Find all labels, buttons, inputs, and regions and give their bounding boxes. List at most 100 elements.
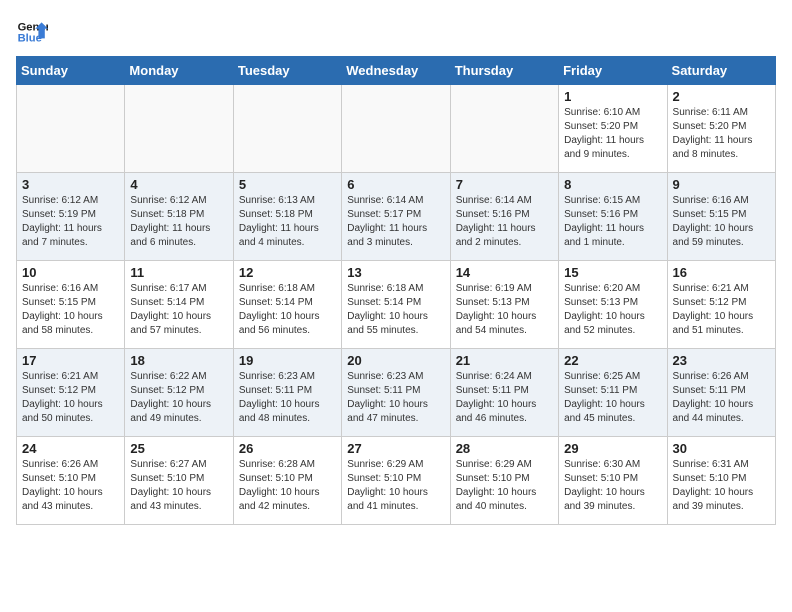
- calendar-cell: [450, 85, 558, 173]
- day-number: 15: [564, 265, 661, 280]
- day-info: Sunrise: 6:16 AM Sunset: 5:15 PM Dayligh…: [673, 194, 770, 250]
- day-info: Sunrise: 6:16 AM Sunset: 5:15 PM Dayligh…: [22, 282, 119, 338]
- day-info: Sunrise: 6:21 AM Sunset: 5:12 PM Dayligh…: [673, 282, 770, 338]
- calendar-cell: 16 Sunrise: 6:21 AM Sunset: 5:12 PM Dayli…: [667, 261, 775, 349]
- day-number: 8: [564, 177, 661, 192]
- calendar-cell: 14 Sunrise: 6:19 AM Sunset: 5:13 PM Dayli…: [450, 261, 558, 349]
- calendar-cell: 30 Sunrise: 6:31 AM Sunset: 5:10 PM Dayli…: [667, 437, 775, 525]
- day-info: Sunrise: 6:12 AM Sunset: 5:18 PM Dayligh…: [130, 194, 227, 250]
- day-number: 22: [564, 353, 661, 368]
- calendar-cell: 8 Sunrise: 6:15 AM Sunset: 5:16 PM Daylig…: [559, 173, 667, 261]
- day-number: 10: [22, 265, 119, 280]
- day-info: Sunrise: 6:30 AM Sunset: 5:10 PM Dayligh…: [564, 458, 661, 514]
- day-info: Sunrise: 6:17 AM Sunset: 5:14 PM Dayligh…: [130, 282, 227, 338]
- calendar-cell: 3 Sunrise: 6:12 AM Sunset: 5:19 PM Daylig…: [17, 173, 125, 261]
- day-info: Sunrise: 6:31 AM Sunset: 5:10 PM Dayligh…: [673, 458, 770, 514]
- logo: General Blue: [16, 16, 48, 48]
- day-number: 27: [347, 441, 444, 456]
- calendar-week-5: 24Sunrise: 6:26 AM Sunset: 5:10 PM Dayli…: [17, 437, 776, 525]
- calendar-cell: 28 Sunrise: 6:29 AM Sunset: 5:10 PM Dayli…: [450, 437, 558, 525]
- day-info: Sunrise: 6:27 AM Sunset: 5:10 PM Dayligh…: [130, 458, 227, 514]
- calendar-cell: 27 Sunrise: 6:29 AM Sunset: 5:10 PM Dayli…: [342, 437, 450, 525]
- day-info: Sunrise: 6:14 AM Sunset: 5:16 PM Dayligh…: [456, 194, 553, 250]
- calendar-cell: 4 Sunrise: 6:12 AM Sunset: 5:18 PM Daylig…: [125, 173, 233, 261]
- day-info: Sunrise: 6:26 AM Sunset: 5:10 PM Dayligh…: [22, 458, 119, 514]
- day-header-monday: Monday: [125, 57, 233, 85]
- day-info: Sunrise: 6:11 AM Sunset: 5:20 PM Dayligh…: [673, 106, 770, 162]
- day-number: 16: [673, 265, 770, 280]
- calendar-cell: 13 Sunrise: 6:18 AM Sunset: 5:14 PM Dayli…: [342, 261, 450, 349]
- day-header-friday: Friday: [559, 57, 667, 85]
- day-number: 9: [673, 177, 770, 192]
- calendar-cell: 20 Sunrise: 6:23 AM Sunset: 5:11 PM Dayli…: [342, 349, 450, 437]
- day-number: 1: [564, 89, 661, 104]
- svg-text:Blue: Blue: [18, 33, 42, 45]
- calendar-cell: 22 Sunrise: 6:25 AM Sunset: 5:11 PM Dayli…: [559, 349, 667, 437]
- page-header: General Blue: [16, 16, 776, 48]
- day-info: Sunrise: 6:12 AM Sunset: 5:19 PM Dayligh…: [22, 194, 119, 250]
- day-info: Sunrise: 6:10 AM Sunset: 5:20 PM Dayligh…: [564, 106, 661, 162]
- calendar-header-row: SundayMondayTuesdayWednesdayThursdayFrid…: [17, 57, 776, 85]
- day-number: 6: [347, 177, 444, 192]
- day-info: Sunrise: 6:14 AM Sunset: 5:17 PM Dayligh…: [347, 194, 444, 250]
- calendar-cell: 17 Sunrise: 6:21 AM Sunset: 5:12 PM Dayli…: [17, 349, 125, 437]
- day-info: Sunrise: 6:29 AM Sunset: 5:10 PM Dayligh…: [347, 458, 444, 514]
- day-info: Sunrise: 6:22 AM Sunset: 5:12 PM Dayligh…: [130, 370, 227, 426]
- calendar-cell: 29 Sunrise: 6:30 AM Sunset: 5:10 PM Dayli…: [559, 437, 667, 525]
- calendar-week-2: 3 Sunrise: 6:12 AM Sunset: 5:19 PM Daylig…: [17, 173, 776, 261]
- day-info: Sunrise: 6:21 AM Sunset: 5:12 PM Dayligh…: [22, 370, 119, 426]
- day-header-wednesday: Wednesday: [342, 57, 450, 85]
- calendar-cell: [342, 85, 450, 173]
- calendar-cell: [125, 85, 233, 173]
- calendar-cell: 5Sunrise: 6:13 AM Sunset: 5:18 PM Daylig…: [233, 173, 341, 261]
- day-info: Sunrise: 6:23 AM Sunset: 5:11 PM Dayligh…: [239, 370, 336, 426]
- calendar-cell: 9 Sunrise: 6:16 AM Sunset: 5:15 PM Daylig…: [667, 173, 775, 261]
- calendar: SundayMondayTuesdayWednesdayThursdayFrid…: [16, 56, 776, 525]
- calendar-cell: 26Sunrise: 6:28 AM Sunset: 5:10 PM Dayli…: [233, 437, 341, 525]
- calendar-cell: 23Sunrise: 6:26 AM Sunset: 5:11 PM Dayli…: [667, 349, 775, 437]
- day-info: Sunrise: 6:19 AM Sunset: 5:13 PM Dayligh…: [456, 282, 553, 338]
- calendar-cell: 1 Sunrise: 6:10 AM Sunset: 5:20 PM Daylig…: [559, 85, 667, 173]
- day-info: Sunrise: 6:15 AM Sunset: 5:16 PM Dayligh…: [564, 194, 661, 250]
- day-info: Sunrise: 6:23 AM Sunset: 5:11 PM Dayligh…: [347, 370, 444, 426]
- calendar-cell: 24Sunrise: 6:26 AM Sunset: 5:10 PM Dayli…: [17, 437, 125, 525]
- day-number: 2: [673, 89, 770, 104]
- day-info: Sunrise: 6:25 AM Sunset: 5:11 PM Dayligh…: [564, 370, 661, 426]
- day-header-sunday: Sunday: [17, 57, 125, 85]
- calendar-week-1: 1 Sunrise: 6:10 AM Sunset: 5:20 PM Daylig…: [17, 85, 776, 173]
- calendar-cell: 25Sunrise: 6:27 AM Sunset: 5:10 PM Dayli…: [125, 437, 233, 525]
- day-number: 17: [22, 353, 119, 368]
- calendar-cell: 10 Sunrise: 6:16 AM Sunset: 5:15 PM Dayli…: [17, 261, 125, 349]
- calendar-cell: 11 Sunrise: 6:17 AM Sunset: 5:14 PM Dayli…: [125, 261, 233, 349]
- calendar-cell: 12 Sunrise: 6:18 AM Sunset: 5:14 PM Dayli…: [233, 261, 341, 349]
- day-info: Sunrise: 6:20 AM Sunset: 5:13 PM Dayligh…: [564, 282, 661, 338]
- day-number: 30: [673, 441, 770, 456]
- day-header-saturday: Saturday: [667, 57, 775, 85]
- day-number: 11: [130, 265, 227, 280]
- calendar-cell: [17, 85, 125, 173]
- day-header-tuesday: Tuesday: [233, 57, 341, 85]
- day-number: 23: [673, 353, 770, 368]
- day-number: 7: [456, 177, 553, 192]
- day-info: Sunrise: 6:24 AM Sunset: 5:11 PM Dayligh…: [456, 370, 553, 426]
- day-info: Sunrise: 6:28 AM Sunset: 5:10 PM Dayligh…: [239, 458, 336, 514]
- calendar-cell: 6 Sunrise: 6:14 AM Sunset: 5:17 PM Daylig…: [342, 173, 450, 261]
- calendar-cell: 2 Sunrise: 6:11 AM Sunset: 5:20 PM Daylig…: [667, 85, 775, 173]
- day-info: Sunrise: 6:18 AM Sunset: 5:14 PM Dayligh…: [347, 282, 444, 338]
- day-number: 20: [347, 353, 444, 368]
- day-info: Sunrise: 6:18 AM Sunset: 5:14 PM Dayligh…: [239, 282, 336, 338]
- calendar-cell: 19Sunrise: 6:23 AM Sunset: 5:11 PM Dayli…: [233, 349, 341, 437]
- day-info: Sunrise: 6:29 AM Sunset: 5:10 PM Dayligh…: [456, 458, 553, 514]
- day-number: 14: [456, 265, 553, 280]
- calendar-week-3: 10 Sunrise: 6:16 AM Sunset: 5:15 PM Dayli…: [17, 261, 776, 349]
- day-number: 4: [130, 177, 227, 192]
- day-number: 29: [564, 441, 661, 456]
- day-number: 3: [22, 177, 119, 192]
- day-number: 13: [347, 265, 444, 280]
- day-number: 12: [239, 265, 336, 280]
- day-number: 28: [456, 441, 553, 456]
- day-number: 18: [130, 353, 227, 368]
- calendar-cell: [233, 85, 341, 173]
- calendar-cell: 18 Sunrise: 6:22 AM Sunset: 5:12 PM Dayli…: [125, 349, 233, 437]
- logo-icon: General Blue: [16, 16, 48, 48]
